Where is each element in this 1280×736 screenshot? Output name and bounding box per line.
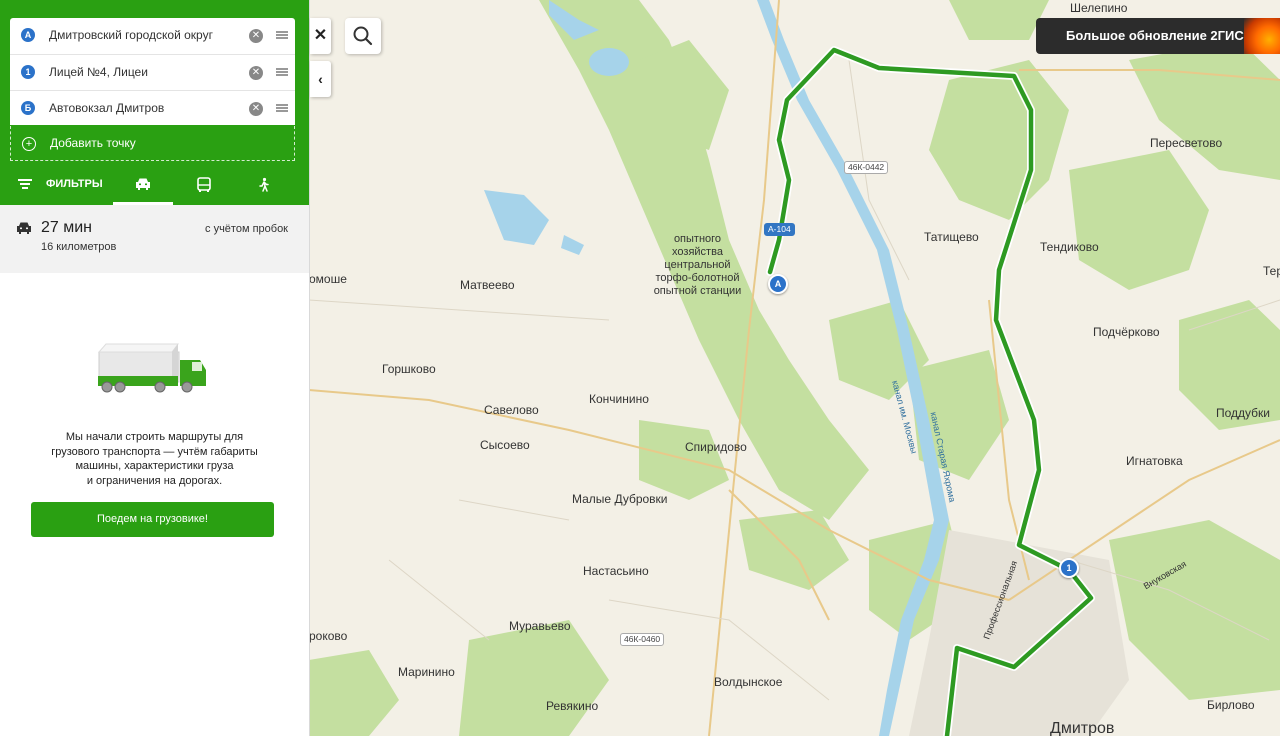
close-panel-button[interactable]: ✕ (310, 18, 331, 54)
place-label: Малые Дубровки (572, 492, 668, 506)
collapse-panel-button[interactable]: ‹ (310, 61, 331, 97)
place-label: Шелепино (1070, 1, 1128, 15)
road-shield: 46К-0460 (620, 633, 665, 646)
bus-icon (197, 177, 211, 192)
marker-1-pin[interactable]: 1 (1059, 558, 1079, 578)
place-label: Маринино (398, 665, 455, 679)
marker-b-icon: Б (21, 101, 35, 115)
mode-walk-tab[interactable] (234, 166, 294, 205)
station-label-line: опытного (673, 233, 722, 245)
truck-promo-text: Мы начали строить маршруты для грузового… (20, 430, 289, 488)
search-button[interactable] (345, 18, 381, 54)
place-label: Матвеево (460, 278, 515, 292)
place-label: Спиридово (685, 440, 747, 454)
road-shield: А-104 (764, 223, 795, 236)
place-label: Бирлово (1207, 698, 1255, 712)
route-point-1[interactable]: 1 Лицей №4, Лицеи ✕ (10, 54, 295, 90)
update-banner-label: Большое обновление 2ГИС (1066, 28, 1244, 43)
place-label: Подчёрково (1093, 325, 1160, 339)
mode-bus-tab[interactable] (174, 166, 234, 205)
route-point-label: Автовокзал Дмитров (49, 101, 165, 115)
truck-promo-line: грузового транспорта — учтём габариты (51, 445, 258, 458)
station-label-line: центральной (664, 259, 731, 271)
car-icon (17, 222, 31, 234)
road-shield: 46К-0442 (844, 161, 889, 174)
car-icon (136, 178, 150, 190)
clear-icon[interactable]: ✕ (249, 66, 263, 80)
transport-mode-bar: ФИЛЬТРЫ (0, 166, 309, 205)
place-label: Татищево (924, 230, 979, 244)
place-label: Сысоево (480, 438, 530, 452)
route-summary[interactable]: 27 мин 16 километров с учётом пробок (0, 205, 309, 273)
drag-handle-icon[interactable] (276, 68, 288, 76)
drag-handle-icon[interactable] (276, 31, 288, 39)
clear-icon[interactable]: ✕ (249, 102, 263, 116)
drag-handle-icon[interactable] (276, 104, 288, 112)
route-point-a[interactable]: А Дмитровский городской округ ✕ (10, 18, 295, 53)
station-label-line: торфо-болотной (655, 272, 740, 284)
truck-route-button[interactable]: Поедем на грузовике! (31, 502, 274, 537)
place-label: Волдынское (714, 675, 783, 689)
map-base (309, 0, 1280, 736)
place-label: Савелово (484, 403, 539, 417)
marker-1-icon: 1 (21, 65, 35, 79)
filter-icon (18, 179, 32, 190)
search-icon (353, 26, 373, 46)
route-time: 27 мин (41, 219, 93, 236)
update-banner[interactable]: Большое обновление 2ГИС (1036, 18, 1280, 54)
place-label: Пересветово (1150, 136, 1223, 150)
truck-icon (98, 343, 206, 393)
route-point-label: Лицей №4, Лицеи (49, 65, 148, 79)
map-canvas[interactable]: Шелепино Пересветово Татищево Тендиково … (309, 0, 1280, 736)
place-label: омоше (309, 272, 347, 286)
clear-icon[interactable]: ✕ (249, 29, 263, 43)
place-label: Терь (1263, 264, 1280, 278)
place-label: Настасьино (583, 564, 649, 578)
place-label: роково (309, 629, 348, 643)
station-label-line: хозяйства (672, 246, 723, 258)
filters-button[interactable]: ФИЛЬТРЫ (18, 178, 103, 190)
route-distance: 16 километров (41, 241, 117, 253)
flame-icon (1244, 18, 1280, 54)
add-point-label: Добавить точку (50, 136, 136, 150)
place-label: Ревякино (546, 699, 599, 713)
plus-circle-icon: + (22, 137, 36, 151)
place-label: Кончинино (589, 392, 649, 406)
city-label: Дмитров (1050, 720, 1115, 736)
route-point-label: Дмитровский городской округ (49, 28, 213, 42)
truck-promo-line: Мы начали строить маршруты для (65, 431, 244, 443)
walk-icon (259, 177, 269, 192)
filters-label: ФИЛЬТРЫ (46, 178, 103, 190)
route-point-b[interactable]: Б Автовокзал Дмитров ✕ (10, 90, 295, 126)
station-label: опытного хозяйства центральной торфо-бол… (645, 233, 750, 298)
marker-a-icon: А (21, 28, 35, 42)
add-point-button[interactable]: + Добавить точку (10, 126, 295, 161)
traffic-note: с учётом пробок (205, 223, 288, 235)
place-label: Игнатовка (1126, 454, 1183, 468)
truck-promo-line: и ограничения на дорогах. (86, 474, 223, 487)
route-panel: А Дмитровский городской округ ✕ 1 Лицей … (0, 0, 310, 736)
place-label: Муравьево (509, 619, 571, 633)
mode-car-tab[interactable] (113, 166, 173, 205)
truck-promo-line: машины, характеристики груза (75, 460, 234, 472)
marker-a-pin[interactable]: А (768, 274, 788, 294)
place-label: Тендиково (1040, 240, 1099, 254)
route-points-list: А Дмитровский городской округ ✕ 1 Лицей … (10, 18, 295, 125)
place-label: Поддубки (1216, 406, 1270, 420)
place-label: Горшково (382, 362, 436, 376)
route-header: А Дмитровский городской округ ✕ 1 Лицей … (0, 0, 309, 205)
station-label-line: опытной станции (653, 285, 742, 297)
